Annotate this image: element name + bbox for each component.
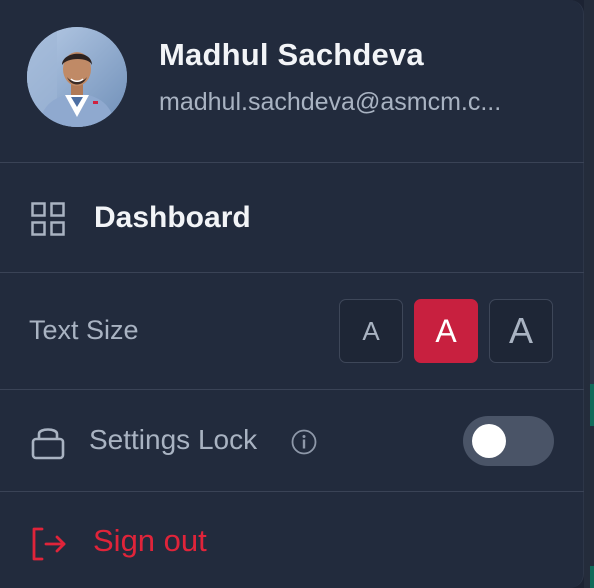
menu-item-dashboard[interactable] [0, 164, 584, 272]
menu-item-dashboard-label: Dashboard [94, 201, 251, 234]
settings-lock-label: Settings Lock [89, 424, 258, 455]
sign-out-label: Sign out [93, 523, 207, 558]
avatar-photo [27, 27, 127, 127]
divider [0, 272, 584, 273]
divider [0, 389, 584, 390]
settings-lock-toggle[interactable] [463, 416, 554, 466]
info-icon[interactable] [291, 429, 317, 455]
background-edge [584, 0, 594, 588]
user-email: madhul.sachdeva@asmcm.c... [159, 88, 502, 116]
text-size-medium-button[interactable]: A [414, 299, 478, 363]
divider [0, 162, 584, 163]
user-name: Madhul Sachdeva [159, 37, 424, 72]
avatar[interactable] [27, 27, 127, 127]
sign-out-button[interactable] [0, 493, 584, 588]
lock-icon [31, 428, 65, 460]
toggle-knob [472, 424, 506, 458]
dashboard-grid-icon [31, 202, 65, 236]
sign-out-icon [32, 527, 66, 561]
edge-decoration [590, 340, 594, 388]
divider [0, 491, 584, 492]
edge-decoration [590, 566, 594, 588]
text-size-small-button[interactable]: A [339, 299, 403, 363]
text-size-large-button[interactable]: A [489, 299, 553, 363]
edge-decoration [590, 384, 594, 426]
user-menu-panel: Madhul Sachdeva madhul.sachdeva@asmcm.c.… [0, 0, 584, 588]
text-size-label: Text Size [29, 315, 139, 345]
